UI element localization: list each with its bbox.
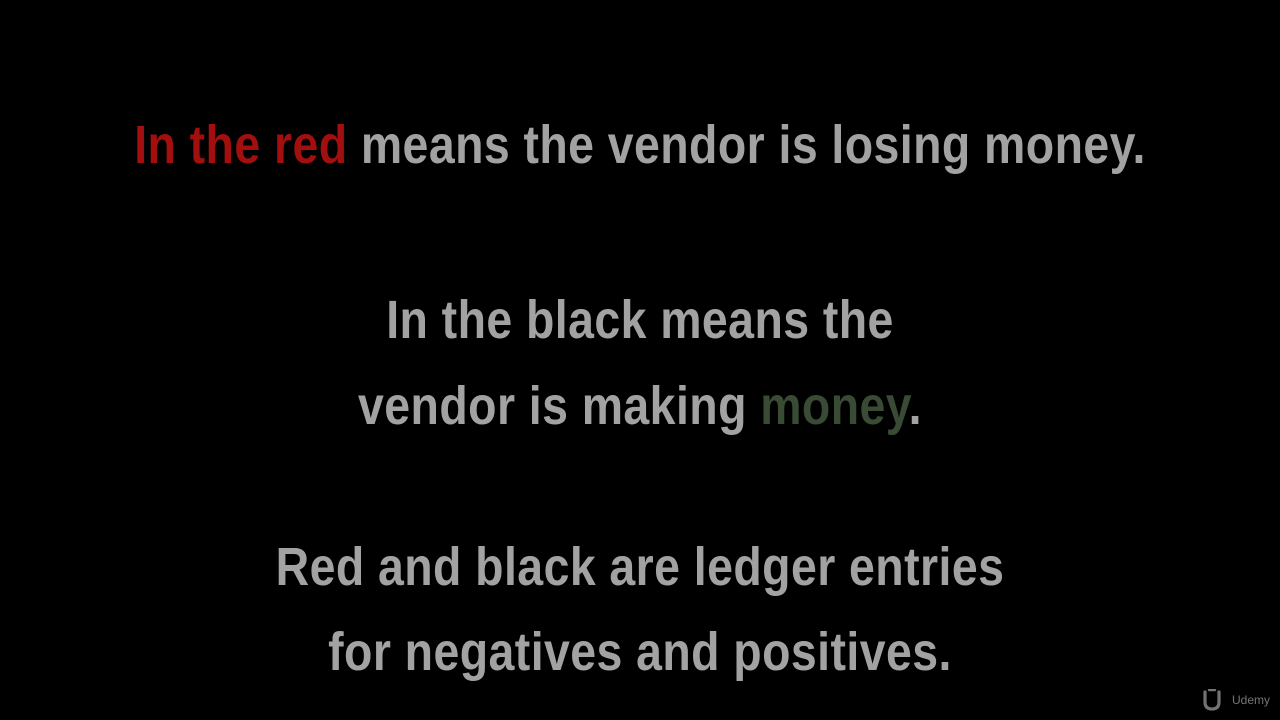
line-negatives-positives: for negatives and positives. (328, 622, 952, 682)
udemy-logo: Udemy (1201, 686, 1270, 714)
line-ledger-entries: Red and black are ledger entries (275, 537, 1005, 597)
slide: In the red means the vendor is losing mo… (0, 0, 1280, 720)
red-highlight: In the red (134, 115, 348, 175)
green-highlight: money (760, 376, 909, 436)
line1-rest: means the vendor is losing money. (347, 115, 1146, 175)
line-making-money: vendor is making money. (90, 374, 1191, 438)
line-in-the-black: In the black means the (386, 290, 894, 350)
line3-before: vendor is making (358, 376, 761, 436)
udemy-logo-text: Udemy (1231, 693, 1270, 707)
udemy-u-icon (1203, 689, 1221, 711)
line3-after: . (908, 376, 922, 436)
line-in-the-red: In the red means the vendor is losing mo… (90, 113, 1191, 177)
